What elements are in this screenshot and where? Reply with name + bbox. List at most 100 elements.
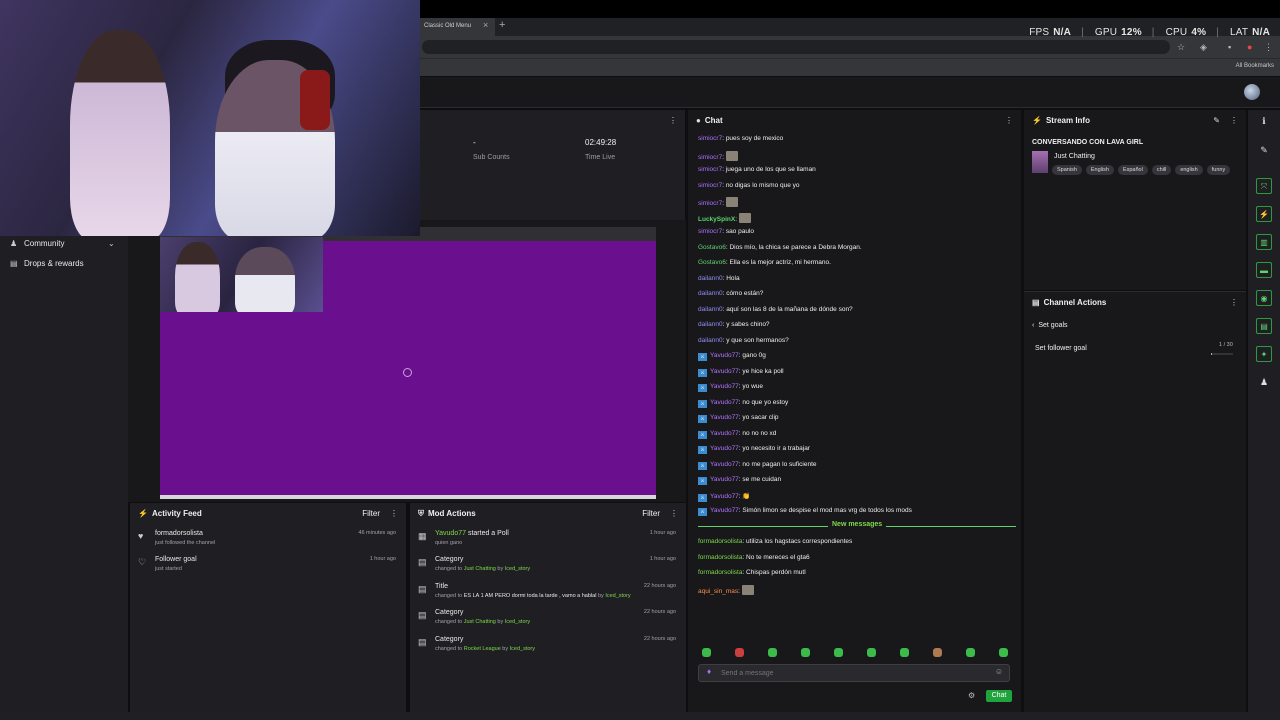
chat-username[interactable]: Gostavo6 [698,244,726,251]
chat-username[interactable]: Yavudo77 [710,493,739,500]
activity-filter-button[interactable]: Filter [362,509,380,518]
chat-username[interactable]: dailann0 [698,306,723,313]
chat-message[interactable]: ⚔ Yavudo77: yo necesito ir a trabajar [698,445,810,454]
chat-message[interactable]: simiocr7: pues soy de mexico [698,135,783,142]
tab-close-icon[interactable]: × [483,20,488,30]
tag[interactable]: funny [1206,165,1231,175]
chat-username[interactable]: Yavudo77 [710,476,739,483]
chat-message[interactable]: dailann0: y que son hermanos? [698,337,789,344]
chat-username[interactable]: LuckySpinX [698,216,735,223]
chat-username[interactable]: Yavudo77 [710,383,739,390]
tag[interactable]: english [1175,165,1203,175]
chat-message[interactable]: ⚔ Yavudo77: yo sacar clip [698,414,779,423]
emoji-icon[interactable]: ☺ [995,667,1003,676]
chat-message[interactable]: Gostavo6: Dios mío, la chica se parece a… [698,244,862,251]
wrench-icon[interactable]: ✦ [1256,346,1272,362]
kebab-icon[interactable]: ⋮ [1230,298,1238,307]
emote-icon[interactable] [834,648,843,657]
emote-icon[interactable] [900,648,909,657]
bolt-icon[interactable]: ⚡ [1256,206,1272,222]
kebab-icon[interactable]: ⋮ [1230,116,1238,125]
chat-message[interactable]: simiocr7: juega uno de los que se llaman [698,166,816,173]
chat-username[interactable]: Yavudo77 [710,414,739,421]
emote-icon[interactable] [933,648,942,657]
server-icon[interactable]: ▤ [1256,318,1272,334]
extension-icon[interactable]: ◈ [1200,42,1207,53]
chat-message[interactable]: simiocr7: [698,197,738,207]
kebab-icon[interactable]: ⋮ [390,509,398,518]
chat-message[interactable]: formadorsolista: No te mereces el gta6 [698,554,810,561]
users-icon[interactable]: ♟ [1256,374,1272,390]
emote-icon[interactable] [801,648,810,657]
chat-message[interactable]: ⚔ Yavudo77: se me cuidan [698,476,781,485]
chat-message[interactable]: dailann0: y sabes chino? [698,321,770,328]
chat-message[interactable]: ⚔ Yavudo77: no que yo estoy [698,399,788,408]
chat-message[interactable]: simiocr7: sao paulo [698,228,754,235]
chat-username[interactable]: simiocr7 [698,166,722,173]
chat-send-button[interactable]: Chat [986,690,1012,702]
chat-message[interactable]: ⚔ Yavudo77: yo wue [698,383,763,392]
info-icon[interactable]: ℹ [1256,113,1272,129]
chat-username[interactable]: simiocr7 [698,228,722,235]
chat-message[interactable]: ⚔ Yavudo77: no no no xd [698,430,776,439]
chat-message[interactable]: aqui_sin_mas: [698,584,754,595]
clip-icon[interactable]: ▥ [1256,234,1272,250]
record-icon[interactable]: ● [1247,42,1252,52]
emote-icon[interactable] [999,648,1008,657]
chat-username[interactable]: dailann0 [698,275,723,282]
chat-input-box[interactable]: ♦ ☺ [698,664,1010,682]
chat-message[interactable]: ⚔ Yavudo77: gano 0g [698,352,766,361]
chat-username[interactable]: Yavudo77 [710,399,739,406]
chat-message[interactable]: formadorsolista: utiliza los hagstacs co… [698,538,852,545]
chat-message[interactable]: simiocr7: no digas lo mismo que yo [698,182,800,189]
pencil-icon[interactable]: ✎ [1256,142,1272,158]
chat-message[interactable]: LuckySpinX: [698,212,751,223]
chat-username[interactable]: aqui_sin_mas [698,588,738,595]
new-tab-icon[interactable]: + [499,19,505,31]
chat-username[interactable]: simiocr7 [698,154,722,161]
chat-username[interactable]: simiocr7 [698,182,722,189]
tag[interactable]: Spanish [1052,165,1082,175]
chat-message[interactable]: dailann0: Hola [698,275,740,282]
sidebar-item-community[interactable]: ♟ Community ⌄ [10,239,115,248]
menu-icon[interactable]: ⋮ [1264,42,1273,53]
chat-message[interactable]: ⚔ Yavudo77: Simón limon se despise el mod… [698,507,912,516]
broadcast-icon[interactable]: ◉ [1256,290,1272,306]
chat-message[interactable]: dailann0: aquí son las 8 de la mañana de… [698,306,853,313]
chat-username[interactable]: formadorsolista [698,569,742,576]
chat-username[interactable]: dailann0 [698,290,723,297]
chat-username[interactable]: dailann0 [698,337,723,344]
kebab-icon[interactable]: ⋮ [1005,116,1013,125]
chat-username[interactable]: Yavudo77 [710,507,739,514]
star-icon[interactable]: ☆ [1177,42,1185,53]
tag[interactable]: chill [1151,165,1172,175]
chat-message[interactable]: formadorsolista: Chispas perdón mutl [698,569,806,576]
chat-username[interactable]: Yavudo77 [710,445,739,452]
sidebar-item-drops[interactable]: ▤ Drops & rewards [10,259,84,268]
chat-username[interactable]: Yavudo77 [710,368,739,375]
emote-icon[interactable] [867,648,876,657]
chat-username[interactable]: Yavudo77 [710,352,739,359]
chevron-down-icon[interactable]: ⌄ [108,239,115,248]
chat-message[interactable]: ⚔ Yavudo77: no me pagan lo suficiente [698,461,817,470]
emote-icon[interactable] [702,648,711,657]
shortcut-icon[interactable]: ⤧ [1256,178,1272,194]
kebab-icon[interactable]: ⋮ [669,116,677,125]
chat-message[interactable]: simiocr7: [698,150,738,161]
chat-message[interactable]: dailann0: cómo están? [698,290,763,297]
emote-icon[interactable] [966,648,975,657]
chat-username[interactable]: simiocr7 [698,135,722,142]
chat-username[interactable]: formadorsolista [698,554,742,561]
tag[interactable]: Español [1117,165,1148,175]
chat-icon[interactable]: ▬ [1256,262,1272,278]
chat-username[interactable]: Yavudo77 [710,430,739,437]
profile-icon[interactable]: ▪ [1228,42,1231,52]
chat-message[interactable]: Gostavo6: Ella es la mejor actriz, mi he… [698,259,831,266]
chat-username[interactable]: formadorsolista [698,538,742,545]
chat-username[interactable]: Yavudo77 [710,461,739,468]
mod-filter-button[interactable]: Filter [642,509,660,518]
chat-username[interactable]: dailann0 [698,321,723,328]
address-input[interactable] [422,40,1170,54]
chat-message[interactable]: ⚔ Yavudo77: 👏 [698,492,751,502]
chat-message[interactable]: ⚔ Yavudo77: ye hice ka poll [698,368,784,377]
